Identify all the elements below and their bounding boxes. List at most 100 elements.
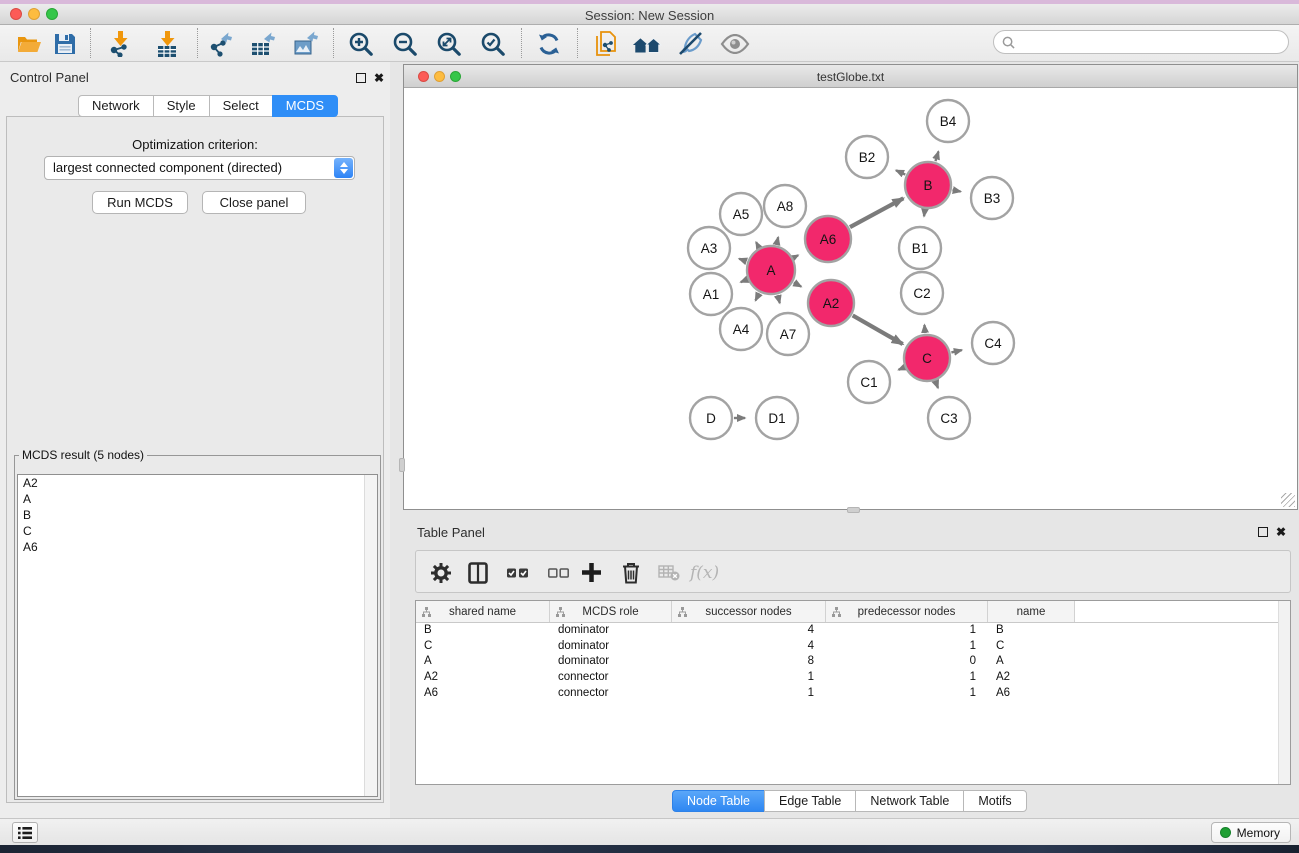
open-session-icon[interactable] [14,29,44,59]
table-row[interactable]: Adominator80A [416,654,1290,670]
node-B1[interactable]: B1 [899,227,941,269]
column-header-predecessor-nodes[interactable]: predecessor nodes [826,601,988,622]
zoom-fit-icon[interactable] [434,29,464,59]
node-A8[interactable]: A8 [764,185,806,227]
result-item[interactable]: A6 [18,539,377,555]
zoom-out-icon[interactable] [390,29,420,59]
export-network-icon[interactable] [206,29,236,59]
export-table-icon[interactable] [248,29,278,59]
home-icon[interactable] [632,29,662,59]
delete-table-icon[interactable] [658,561,680,584]
node-B4[interactable]: B4 [927,100,969,142]
zoom-in-icon[interactable] [346,29,376,59]
tab-network-table[interactable]: Network Table [855,790,964,812]
function-builder-icon[interactable]: f(x) [690,561,719,584]
result-item[interactable]: B [18,507,377,523]
node-A6[interactable]: A6 [805,216,851,262]
edge-A-A8[interactable] [777,237,779,244]
edge-C-C1[interactable] [899,368,904,370]
close-panel-button[interactable]: Close panel [202,191,306,214]
node-A2[interactable]: A2 [808,280,854,326]
node-C[interactable]: C [904,335,950,381]
edge-B-B1[interactable] [924,210,925,216]
node-A1[interactable]: A1 [690,273,732,315]
edge-C-C3[interactable] [936,381,938,387]
tab-network[interactable]: Network [78,95,154,117]
select-all-icon[interactable] [507,561,528,584]
float-panel-icon[interactable] [356,73,366,83]
tab-edge-table[interactable]: Edge Table [764,790,856,812]
tab-motifs[interactable]: Motifs [963,790,1026,812]
refresh-icon[interactable] [534,29,564,59]
search-field[interactable] [993,30,1289,54]
close-panel-icon[interactable]: ✖ [374,72,384,84]
edge-A-A7[interactable] [778,295,780,303]
edge-A6-B[interactable] [850,198,903,227]
node-C1[interactable]: C1 [848,361,890,403]
run-mcds-button[interactable]: Run MCDS [92,191,188,214]
edge-A-A4[interactable] [756,293,760,300]
table-scrollbar[interactable] [1278,601,1290,784]
edge-A-A1[interactable] [741,280,747,282]
node-B3[interactable]: B3 [971,177,1013,219]
edge-A-A5[interactable] [756,242,759,247]
table-row[interactable]: A6connector11A6 [416,686,1290,702]
table-row[interactable]: A2connector11A2 [416,670,1290,686]
delete-column-icon[interactable] [622,561,640,584]
edge-B-B3[interactable] [952,190,960,192]
node-B[interactable]: B [905,162,951,208]
column-browser-icon[interactable] [468,561,488,584]
result-scrollbar[interactable] [364,475,377,796]
network-canvas[interactable]: A A1 A2 A3 A4 A5 A6 A7 A8 B B1 B2 B3B4 C C1 C2 C3C4 D D1 [404,88,1297,509]
node-B2[interactable]: B2 [846,136,888,178]
deselect-all-icon[interactable] [548,561,569,584]
result-item[interactable]: C [18,523,377,539]
task-history-button[interactable] [12,822,38,843]
result-item[interactable]: A2 [18,475,377,491]
import-network-icon[interactable] [105,29,135,59]
memory-button[interactable]: Memory [1211,822,1291,843]
edge-B-B2[interactable] [896,170,905,174]
style-disabled-icon[interactable] [676,29,706,59]
node-D[interactable]: D [690,397,732,439]
edge-C-C4[interactable] [951,350,961,352]
edge-A-A6[interactable] [794,255,798,257]
search-input[interactable] [1020,35,1288,49]
clone-network-icon[interactable] [591,29,621,59]
table-settings-icon[interactable] [430,561,452,584]
result-item[interactable]: A [18,491,377,507]
node-A[interactable]: A [747,246,795,294]
horizontal-scrollbar-thumb[interactable] [847,507,860,513]
column-header-shared-name[interactable]: shared name [416,601,550,622]
node-A4[interactable]: A4 [720,308,762,350]
node-A7[interactable]: A7 [767,313,809,355]
add-column-icon[interactable] [582,561,601,584]
resize-grip-icon[interactable] [1281,493,1295,507]
tab-mcds[interactable]: MCDS [272,95,338,117]
node-D1[interactable]: D1 [756,397,798,439]
node-C4[interactable]: C4 [972,322,1014,364]
criterion-select[interactable]: largest connected component (directed) [44,156,355,180]
edge-C-C2[interactable] [924,325,925,333]
save-session-icon[interactable] [50,29,80,59]
edge-B-B4[interactable] [935,152,938,162]
close-table-panel-icon[interactable]: ✖ [1276,526,1286,538]
vertical-scrollbar-thumb[interactable] [399,458,405,472]
show-hide-graphics-icon[interactable] [720,29,750,59]
float-table-panel-icon[interactable] [1258,527,1268,537]
column-header-name[interactable]: name [988,601,1075,622]
zoom-selected-icon[interactable] [478,29,508,59]
edge-A2-C[interactable] [853,315,903,344]
node-A3[interactable]: A3 [688,227,730,269]
network-graph[interactable]: A A1 A2 A3 A4 A5 A6 A7 A8 B B1 B2 B3B4 C C1 C2 C3C4 D D1 [404,88,1297,509]
table-row[interactable]: Cdominator41C [416,639,1290,655]
export-image-icon[interactable] [291,29,321,59]
node-C3[interactable]: C3 [928,397,970,439]
node-C2[interactable]: C2 [901,272,943,314]
edge-A-A2[interactable] [794,283,801,287]
column-header-successor-nodes[interactable]: successor nodes [672,601,826,622]
tab-style[interactable]: Style [153,95,210,117]
column-header-MCDS-role[interactable]: MCDS role [550,601,672,622]
node-A5[interactable]: A5 [720,193,762,235]
mcds-result-list[interactable]: A2ABCA6 [17,474,378,797]
